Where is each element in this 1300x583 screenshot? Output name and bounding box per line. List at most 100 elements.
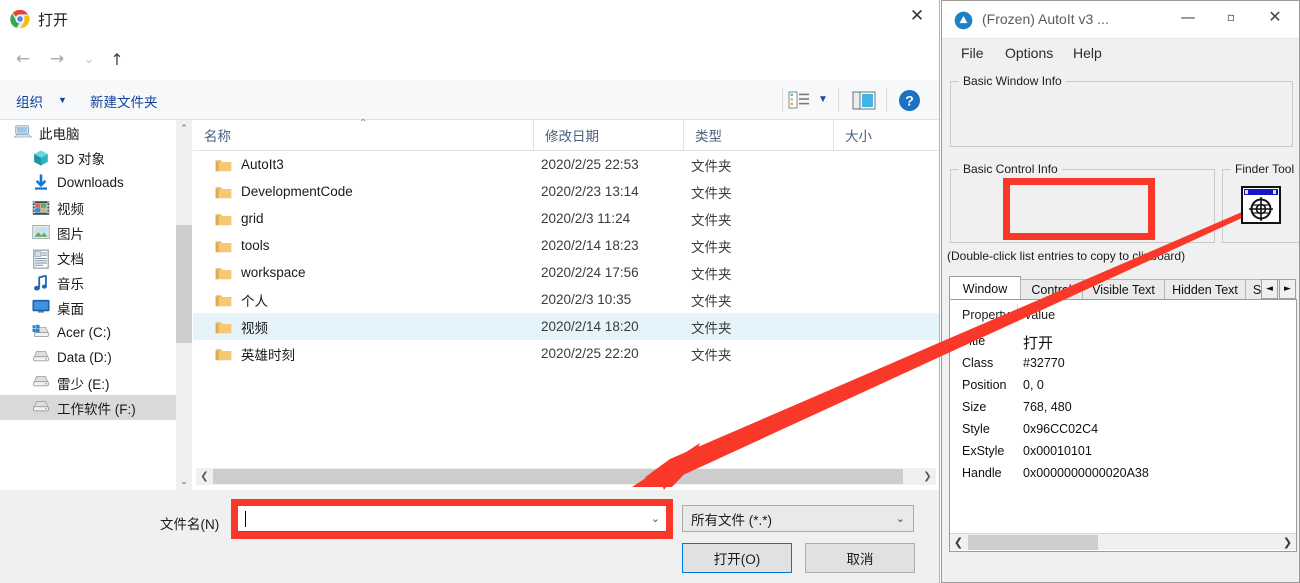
tab-label: Hidden Text [1172, 283, 1238, 297]
list-item[interactable]: Size 768, 480 [950, 400, 1296, 422]
sort-ascending-icon: ⌃ [359, 118, 368, 129]
table-row[interactable]: 视频 2020/2/14 18:20 文件夹 [193, 313, 939, 340]
up-button[interactable]: ↑ [104, 46, 130, 72]
column-header-1[interactable]: 修改日期 [533, 120, 683, 150]
sidebar-item-label: Downloads [57, 175, 124, 190]
sidebar-item-1[interactable]: 3D 对象 [0, 145, 176, 170]
column-header-3[interactable]: 大小 [833, 120, 939, 150]
sidebar-item-8[interactable]: Acer (C:) [0, 320, 176, 345]
autoit-list-horizontal-scrollbar[interactable]: ❮ ❯ [950, 533, 1296, 550]
property-value: 0x00010101 [1023, 444, 1092, 458]
minimize-icon[interactable]: — [1166, 1, 1210, 32]
table-row[interactable]: tools 2020/2/14 18:23 文件夹 [193, 232, 939, 259]
forward-button[interactable]: → [44, 46, 70, 72]
close-icon[interactable]: ✕ [1253, 1, 1297, 32]
property-value: 0x0000000000020A38 [1023, 466, 1149, 480]
chevron-down-icon[interactable]: ▼ [58, 95, 67, 105]
table-row[interactable]: AutoIt3 2020/2/25 22:53 文件夹 [193, 151, 939, 178]
windows-drive-icon [32, 324, 50, 341]
sidebar-item-6[interactable]: 音乐 [0, 270, 176, 295]
scroll-up-icon[interactable]: ⌃ [176, 120, 192, 137]
table-row[interactable]: DevelopmentCode 2020/2/23 13:14 文件夹 [193, 178, 939, 205]
tab-window[interactable]: Window [949, 276, 1021, 300]
list-item[interactable]: Title 打开 [950, 334, 1296, 356]
menu-help[interactable]: Help [1066, 43, 1109, 63]
folder-icon [215, 347, 232, 361]
table-row[interactable]: workspace 2020/2/24 17:56 文件夹 [193, 259, 939, 286]
scroll-left-icon[interactable]: ❮ [196, 468, 213, 485]
divider [838, 88, 839, 112]
sidebar-item-10[interactable]: 雷少 (E:) [0, 370, 176, 395]
organize-button[interactable]: 组织 [16, 91, 43, 111]
column-header-label: 类型 [695, 129, 722, 144]
back-button[interactable]: ← [10, 46, 36, 72]
sidebar-item-11[interactable]: 工作软件 (F:) [0, 395, 176, 420]
cancel-button-label: 取消 [846, 552, 874, 567]
scrollbar-thumb[interactable] [213, 469, 903, 484]
sidebar-item-0[interactable]: 此电脑 [0, 120, 176, 145]
cancel-button[interactable]: 取消 [805, 543, 915, 573]
sidebar-item-2[interactable]: Downloads [0, 170, 176, 195]
tab-scroll-right-icon[interactable]: ► [1279, 279, 1296, 299]
table-row[interactable]: 英雄时刻 2020/2/25 22:20 文件夹 [193, 340, 939, 367]
tab-hidden-text[interactable]: Hidden Text [1164, 279, 1246, 300]
sidebar-item-5[interactable]: 文档 [0, 245, 176, 270]
list-item[interactable]: ExStyle 0x00010101 [950, 444, 1296, 466]
menu-file[interactable]: File [954, 43, 991, 63]
sidebar-item-9[interactable]: Data (D:) [0, 345, 176, 370]
drive-icon [32, 349, 50, 366]
group-label: Basic Control Info [959, 162, 1062, 176]
preview-pane-icon[interactable] [852, 91, 876, 110]
new-folder-button[interactable]: 新建文件夹 [90, 91, 158, 111]
dialog-titlebar: 打开 ✕ [0, 0, 939, 38]
file-name-cell: 视频 [215, 317, 268, 337]
tab-scroll-left-icon[interactable]: ◄ [1261, 279, 1278, 299]
file-name-cell: DevelopmentCode [215, 184, 353, 199]
list-item[interactable]: Style 0x96CC02C4 [950, 422, 1296, 444]
tab-label: Window [962, 281, 1008, 296]
finder-crosshair-icon[interactable] [1241, 186, 1281, 224]
chevron-down-icon[interactable]: ▼ [818, 94, 828, 105]
column-header-2[interactable]: 类型 [683, 120, 833, 150]
file-date-cell: 2020/2/23 13:14 [541, 184, 639, 199]
sidebar-item-4[interactable]: 图片 [0, 220, 176, 245]
recent-locations-icon[interactable]: ⌄ [76, 46, 102, 72]
list-header-value: Value [1024, 308, 1056, 322]
scroll-right-icon[interactable]: ❯ [919, 468, 936, 485]
help-icon[interactable]: ? [898, 89, 921, 112]
scrollbar-thumb[interactable] [968, 535, 1098, 550]
sidebar-item-7[interactable]: 桌面 [0, 295, 176, 320]
file-name-cell: 个人 [215, 290, 268, 310]
table-row[interactable]: 个人 2020/2/3 10:35 文件夹 [193, 286, 939, 313]
sidebar-scrollbar[interactable]: ⌃ ⌄ [176, 120, 192, 490]
sidebar-item-3[interactable]: 视频 [0, 195, 176, 220]
list-view-icon[interactable] [788, 91, 810, 109]
file-type-filter-select[interactable]: 所有文件 (*.*) ⌄ [682, 505, 914, 532]
property-name: Class [962, 356, 994, 370]
file-date-cell: 2020/2/3 10:35 [541, 292, 632, 307]
property-value: 0, 0 [1023, 378, 1044, 392]
open-button[interactable]: 打开(O) [682, 543, 792, 573]
folder-icon [215, 158, 232, 172]
tab-visible-text[interactable]: Visible Text [1082, 279, 1165, 300]
menu-options[interactable]: Options [998, 43, 1060, 63]
file-list-horizontal-scrollbar[interactable]: ❮ ❯ [196, 468, 936, 485]
scroll-left-icon[interactable]: ❮ [950, 534, 967, 550]
file-type-cell: 文件夹 [691, 266, 732, 282]
tab-control[interactable]: Control [1020, 279, 1083, 300]
list-item[interactable]: Position 0, 0 [950, 378, 1296, 400]
sidebar-item-label: 桌面 [57, 301, 84, 317]
scroll-right-icon[interactable]: ❯ [1279, 534, 1296, 550]
column-header-label: 修改日期 [545, 129, 599, 144]
scrollbar-thumb[interactable] [176, 225, 192, 343]
list-item[interactable]: Handle 0x0000000000020A38 [950, 466, 1296, 488]
sidebar-item-label: Acer (C:) [57, 325, 111, 340]
maximize-icon[interactable]: ▫ [1209, 1, 1253, 32]
table-row[interactable]: grid 2020/2/3 11:24 文件夹 [193, 205, 939, 232]
close-icon[interactable]: ✕ [894, 0, 939, 32]
folder-icon [215, 185, 232, 199]
autoit-property-list[interactable]: Property Value Title 打开 Class #32770 Position 0… [949, 299, 1297, 552]
list-item[interactable]: Class #32770 [950, 356, 1296, 378]
column-header-0[interactable]: 名称 ⌃ [193, 118, 533, 150]
scroll-down-icon[interactable]: ⌄ [176, 473, 192, 490]
